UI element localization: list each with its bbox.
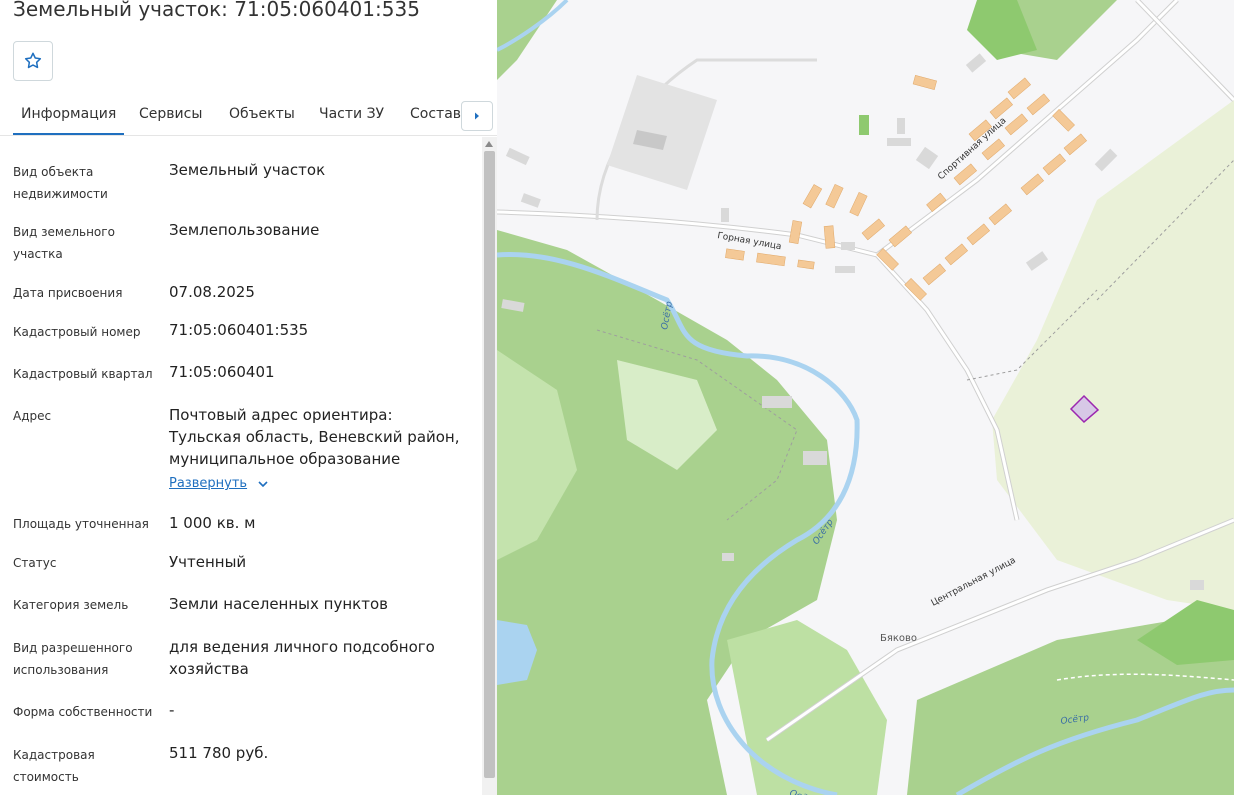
building — [915, 146, 939, 170]
street-label-centralnaya: Центральная улица — [930, 556, 1018, 609]
field-label: Статус — [13, 556, 57, 570]
map-canvas[interactable]: Горная улица Спортивная улица Центральна… — [497, 0, 1234, 795]
field-value: 71:05:060401 — [169, 363, 275, 381]
tab-composition[interactable]: Состав — [410, 106, 461, 122]
field-label: Вид разрешенного использования — [13, 641, 133, 677]
village-label: Бяково — [880, 633, 917, 644]
field-label: Кадастровый номер — [13, 325, 141, 339]
building — [505, 147, 530, 166]
tabs-next-button[interactable] — [461, 101, 493, 131]
building — [803, 451, 827, 465]
building — [520, 193, 541, 208]
panel-scrollbar[interactable] — [482, 137, 497, 795]
field-label: Категория земель — [13, 598, 129, 612]
forest-area — [497, 0, 557, 80]
field-value: - — [169, 701, 175, 719]
field-value: Учтенный — [169, 553, 247, 571]
tab-services[interactable]: Сервисы — [139, 106, 202, 122]
field-label: Вид земельного участка — [13, 225, 115, 261]
field-label: Кадастровый квартал — [13, 367, 153, 381]
building — [835, 266, 855, 273]
info-panel: Земельный участок: 71:05:060401:535 Инфо… — [0, 0, 497, 795]
road-fill — [1135, 0, 1234, 102]
field-label: Форма собственности — [13, 705, 153, 719]
field-value: 07.08.2025 — [169, 283, 255, 301]
map-view[interactable]: Горная улица Спортивная улица Центральна… — [497, 0, 1234, 795]
field-value: 71:05:060401:535 — [169, 321, 309, 339]
tab-objects[interactable]: Объекты — [229, 106, 295, 122]
building — [721, 208, 729, 222]
tab-bar: Информация Сервисы Объекты Части ЗУ Сост… — [0, 96, 497, 136]
expand-label: Развернуть — [169, 476, 248, 491]
field-value: 511 780 руб. — [169, 744, 269, 762]
tab-information[interactable]: Информация — [12, 106, 125, 135]
scrollbar-thumb[interactable] — [484, 151, 495, 778]
building — [841, 242, 855, 250]
field-label: Дата присвоения — [13, 286, 123, 300]
caret-right-icon — [475, 112, 479, 120]
road — [875, 253, 1020, 521]
info-fields: Вид объекта недвижимости Земельный участ… — [0, 137, 482, 795]
field-value: для ведения личного подсобного хозяйства — [169, 638, 435, 678]
building — [1025, 251, 1049, 271]
building — [762, 396, 792, 408]
building — [897, 118, 905, 134]
building — [887, 138, 911, 146]
field-value: 1 000 кв. м — [169, 514, 256, 532]
favorite-button[interactable] — [13, 41, 53, 81]
expand-address-link[interactable]: Развернуть — [169, 476, 269, 491]
field-label: Кадастровая стоимость — [13, 748, 95, 784]
field-label: Вид объекта недвижимости — [13, 165, 108, 201]
building — [722, 553, 734, 561]
field-value: Почтовый адрес ориентира: Тульская облас… — [169, 406, 460, 468]
chevron-down-icon — [258, 480, 268, 487]
building — [1190, 580, 1204, 590]
building — [1094, 148, 1118, 172]
scroll-up-icon[interactable] — [485, 141, 493, 147]
sports-field — [859, 115, 869, 135]
tab-parts[interactable]: Части ЗУ — [319, 106, 384, 122]
building — [965, 53, 987, 73]
road-fill — [875, 253, 1019, 521]
field-value: Земли населенных пунктов — [169, 595, 388, 613]
page-title: Земельный участок: 71:05:060401:535 — [13, 0, 420, 21]
field-label: Адрес — [13, 409, 52, 423]
forest-area — [727, 620, 887, 795]
field-label: Площадь уточненная — [13, 517, 149, 531]
star-icon — [24, 52, 42, 69]
field-value: Земельный участок — [169, 161, 326, 179]
field-value: Землепользование — [169, 221, 320, 239]
building — [607, 75, 717, 190]
